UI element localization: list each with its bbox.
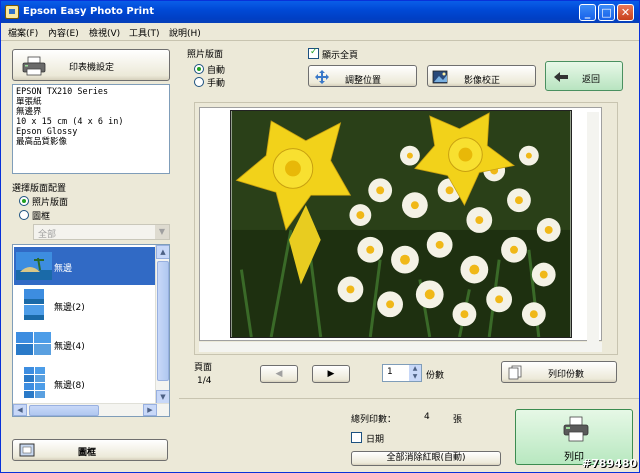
paper-source: 單張紙 [16, 97, 42, 107]
scroll-left-icon[interactable]: ◀ [13, 404, 27, 416]
back-button[interactable]: 返回 [545, 61, 623, 91]
copies-input[interactable]: 1 ▲ ▼ [382, 364, 422, 382]
layout-item-borderless-8[interactable]: 無邊(8) [14, 364, 156, 402]
printer-info-box: EPSON TX210 Series 單張紙 無邊界 10 x 15 cm (4… [12, 84, 170, 174]
menu-edit[interactable]: 內容(E) [48, 26, 79, 39]
frame-radio-label: 圖框 [32, 212, 51, 222]
copies-label: 份數 [426, 371, 445, 381]
date-label: 日期 [366, 435, 385, 445]
app-window: Epson Easy Photo Print _ □ ✕ 檔案(F) 內容(E)… [0, 0, 640, 473]
photo-layout-radio[interactable] [19, 196, 29, 206]
layout-item-borderless-2[interactable]: 無邊(2) [14, 286, 156, 324]
layout-item-label: 無邊(4) [54, 342, 85, 352]
menu-help[interactable]: 說明(H) [169, 26, 201, 39]
printer-icon [563, 416, 589, 442]
manual-radio[interactable] [194, 77, 204, 87]
move-arrows-icon [315, 70, 329, 84]
layout-item-borderless[interactable]: 無邊 [14, 247, 156, 285]
preview-photo[interactable] [230, 110, 572, 338]
adjust-position-button[interactable]: 調整位置 [308, 65, 417, 87]
print-copies-button[interactable]: 列印份數 [501, 361, 617, 383]
page-label: 頁面 [194, 363, 213, 373]
preview-vscroll[interactable] [587, 112, 599, 350]
menu-tools[interactable]: 工具(T) [129, 26, 160, 39]
arrow-left-icon: ◀ [275, 369, 283, 379]
menu-file[interactable]: 檔案(F) [8, 26, 38, 39]
printer-settings-button[interactable]: 印表機設定 [12, 49, 170, 81]
frame-icon [19, 443, 35, 457]
layout-filter-select[interactable]: 全部 ▼ [33, 224, 170, 240]
hscroll-thumb[interactable] [29, 405, 99, 416]
paper-type: Epson Glossy [16, 127, 78, 137]
auto-radio[interactable] [194, 64, 204, 74]
minimize-button[interactable]: _ [579, 4, 596, 21]
print-quality: 最高品質影像 [16, 137, 68, 147]
arrow-left-icon [554, 72, 568, 82]
pages-icon [508, 365, 522, 380]
total-prints-value: 4 [424, 412, 430, 422]
layout-section-label: 選擇版面配置 [12, 184, 67, 194]
chevron-down-icon: ▼ [155, 225, 169, 239]
menu-bar: 檔案(F) 內容(E) 檢視(V) 工具(T) 說明(H) [1, 23, 639, 41]
print-copies-label: 列印份數 [548, 370, 585, 380]
scroll-up-icon[interactable]: ▲ [156, 245, 169, 259]
total-prints-label: 總列印數： [351, 415, 397, 425]
frame-button-label: 圖框 [78, 448, 97, 458]
page-value: 1/4 [197, 376, 212, 386]
title-bar: Epson Easy Photo Print [1, 1, 639, 23]
preview-page [199, 107, 602, 350]
watermark: #789480 [581, 457, 637, 470]
layout-item-label: 無邊(2) [54, 303, 85, 313]
layout-filter-value: 全部 [38, 230, 57, 240]
layout-thumb-icon [16, 252, 52, 280]
vscroll-thumb[interactable] [157, 261, 169, 381]
frame-button[interactable]: 圖框 [12, 439, 168, 461]
layout-list[interactable]: 無邊 無邊(2) 無邊(4) 無邊(8) ▲ ▼ ◀ ▶ [12, 244, 170, 417]
date-checkbox[interactable] [351, 432, 362, 443]
preview-panel [194, 102, 618, 355]
window-title: Epson Easy Photo Print [23, 6, 154, 17]
copies-stepper-icon[interactable]: ▲ ▼ [409, 365, 421, 381]
adjust-position-label: 調整位置 [345, 76, 382, 86]
maximize-button[interactable]: □ [598, 4, 615, 21]
redeye-removal-button[interactable]: 全部消除紅眼(自動) [351, 451, 501, 466]
preview-hscroll[interactable] [199, 342, 602, 352]
next-page-button[interactable]: ▶ [312, 365, 350, 383]
show-full-page-checkbox[interactable] [308, 47, 319, 59]
image-correction-icon [432, 70, 448, 84]
border-mode: 無邊界 [16, 107, 42, 117]
printer-model: EPSON TX210 Series [16, 87, 109, 97]
layout-list-hscroll[interactable]: ◀ ▶ [13, 403, 169, 416]
photo-layout-radio-label: 照片版面 [32, 198, 69, 208]
scroll-right-icon[interactable]: ▶ [143, 404, 157, 416]
redeye-removal-label: 全部消除紅眼(自動) [386, 453, 466, 463]
prev-page-button[interactable]: ◀ [260, 365, 298, 383]
arrow-right-icon: ▶ [327, 369, 335, 379]
app-icon [5, 5, 19, 19]
total-prints-unit: 張 [453, 415, 463, 425]
scroll-down-icon[interactable]: ▼ [156, 390, 169, 404]
menu-view[interactable]: 檢視(V) [89, 26, 120, 39]
copies-value: 1 [387, 367, 393, 377]
close-button[interactable]: ✕ [617, 4, 634, 21]
layout-thumb-icon [24, 367, 45, 398]
layout-thumb-icon [16, 332, 51, 355]
layout-thumb-icon [24, 289, 44, 320]
image-correction-label: 影像校正 [464, 76, 501, 86]
printer-icon [22, 56, 46, 76]
layout-item-borderless-4[interactable]: 無邊(4) [14, 325, 156, 363]
back-label: 返回 [582, 75, 601, 85]
frame-radio[interactable] [19, 210, 29, 220]
auto-radio-label: 自動 [207, 66, 226, 76]
image-correction-button[interactable]: 影像校正 [427, 65, 536, 87]
layout-list-vscroll[interactable]: ▲ ▼ [155, 245, 169, 404]
manual-radio-label: 手動 [207, 79, 226, 89]
photo-layout-mode-label: 照片版面 [187, 50, 224, 60]
paper-size: 10 x 15 cm (4 x 6 in) [16, 117, 124, 127]
layout-item-label: 無邊(8) [54, 381, 85, 391]
printer-settings-label: 印表機設定 [69, 63, 115, 73]
layout-item-label: 無邊 [54, 264, 73, 274]
show-full-page-label: 顯示全頁 [322, 51, 359, 61]
